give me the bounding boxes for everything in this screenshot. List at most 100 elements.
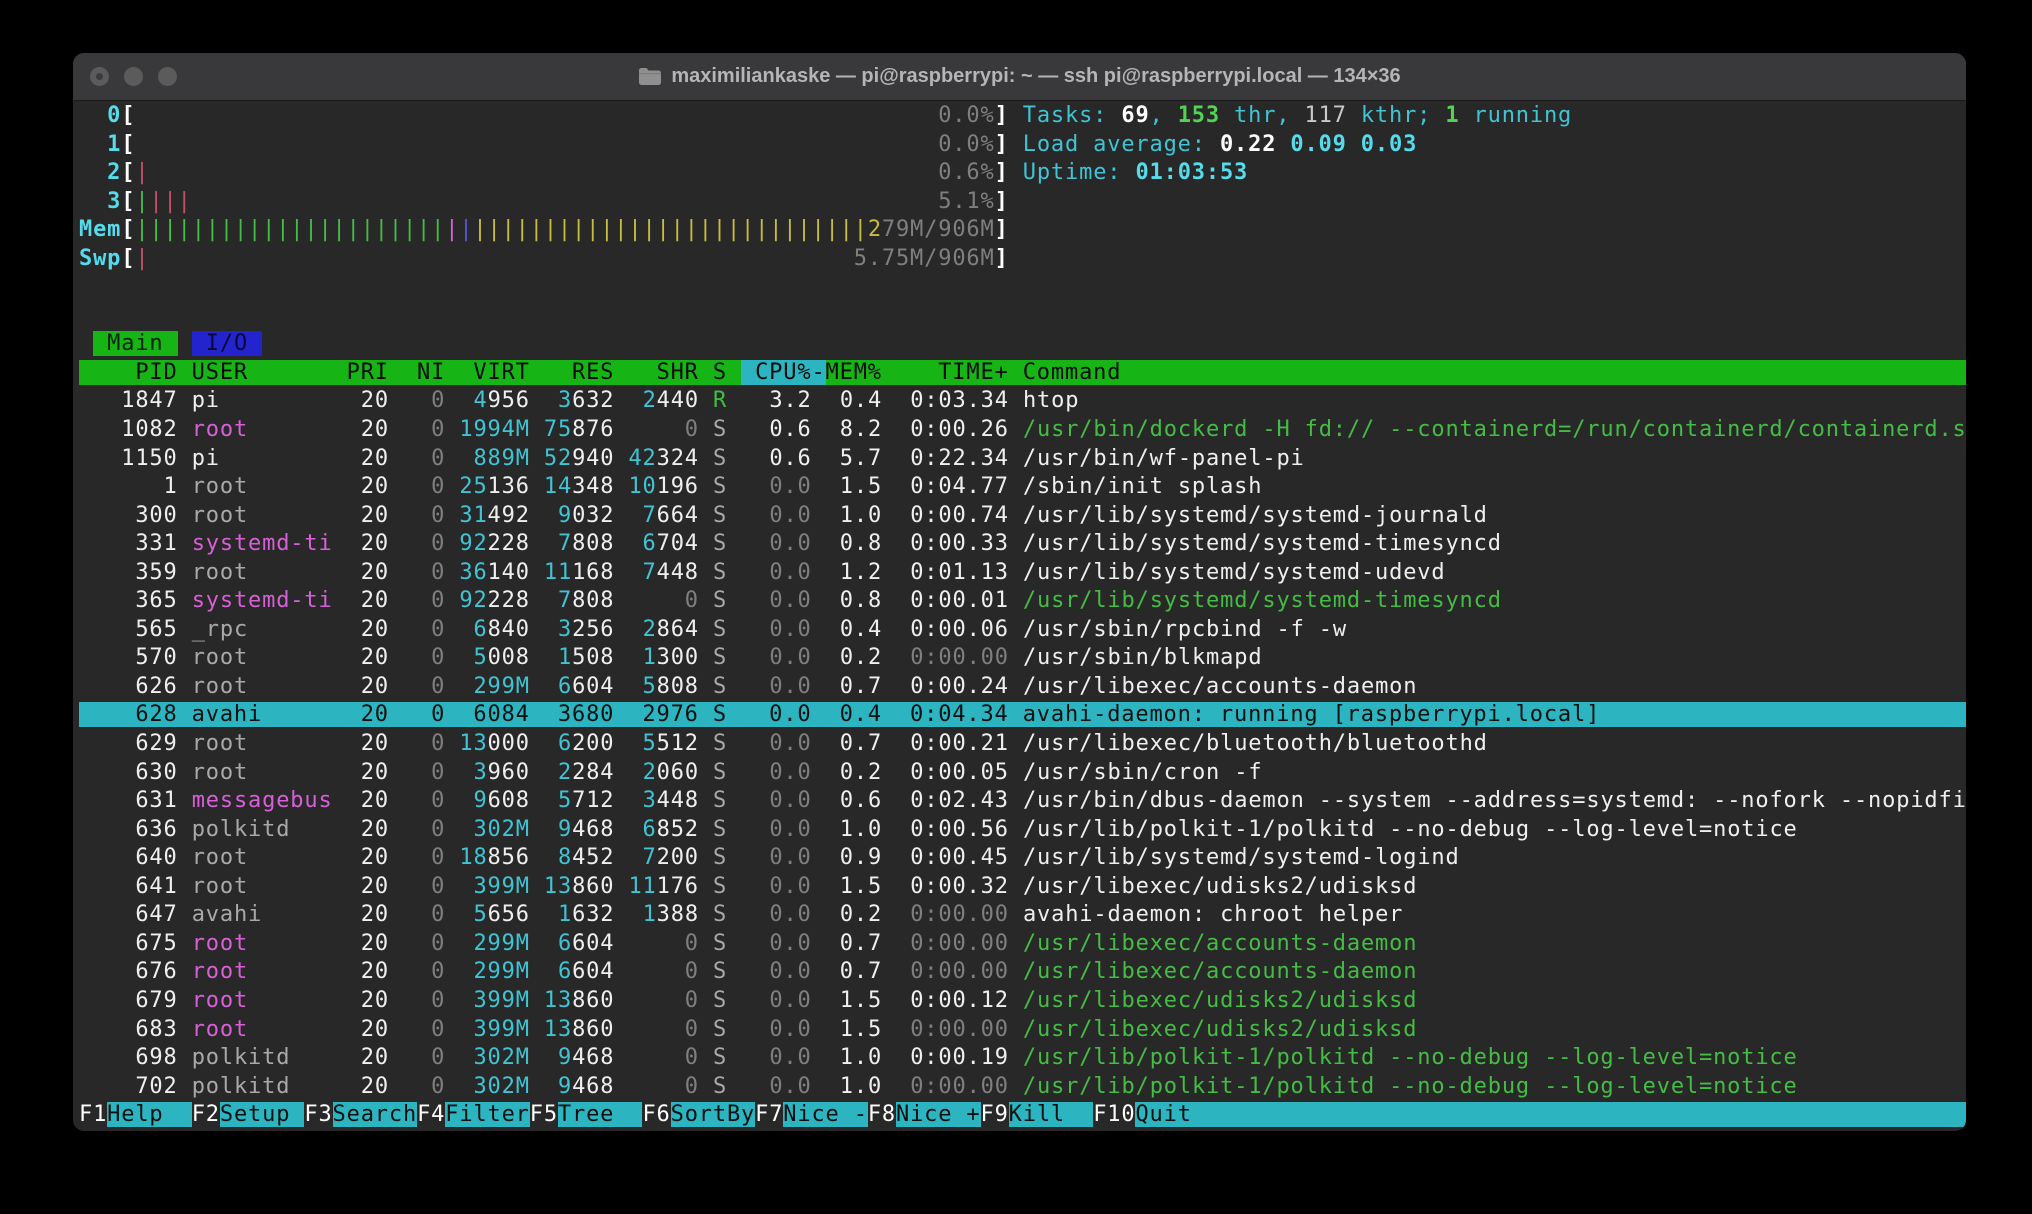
process-row-365[interactable]: 365 systemd-ti 20 0 92228 7808 0 S 0.0 0… — [79, 587, 1966, 616]
cell-mem: 0.2 — [826, 645, 882, 670]
process-row-565[interactable]: 565 _rpc 20 0 6840 3256 2864 S 0.0 0.4 0… — [79, 616, 1966, 645]
process-row-626[interactable]: 626 root 20 0 299M 6604 5808 S 0.0 0.7 0… — [79, 673, 1966, 702]
cell-command: /usr/sbin/cron -f — [1023, 760, 1262, 785]
cell-command: /usr/lib/polkit-1/polkitd --no-debug --l… — [1023, 1074, 1798, 1099]
cell-virt: 1994M — [459, 417, 529, 442]
screen-tabs: Main I/O — [79, 330, 1966, 359]
fnkey-F4[interactable]: F4 — [417, 1102, 445, 1127]
fnlabel-F2[interactable]: Setup — [220, 1102, 305, 1127]
column-sort-cpu[interactable]: CPU%- — [741, 360, 826, 385]
cell-res: 7 — [558, 588, 572, 613]
process-row-1150[interactable]: 1150 pi 20 0 889M 52940 42324 S 0.6 5.7 … — [79, 445, 1966, 474]
cpu0-meter-info: 1 — [1445, 103, 1459, 128]
cell-shr: 448 — [657, 788, 699, 813]
process-row-683[interactable]: 683 root 20 0 399M 13860 0 S 0.0 1.5 0:0… — [79, 1016, 1966, 1045]
header-columns[interactable]: PID USER PRI NI VIRT RES SHR S — [79, 360, 741, 385]
process-row-641[interactable]: 641 root 20 0 399M 13860 11176 S 0.0 1.5… — [79, 873, 1966, 902]
cell-time: 0:00.06 — [896, 617, 1009, 642]
cell-cpu: 0.0 — [741, 788, 811, 813]
cell-mem: 0.7 — [826, 674, 882, 699]
fnlabel-F4[interactable]: Filter — [445, 1102, 530, 1127]
fnlabel-F6[interactable]: SortBy — [671, 1102, 756, 1127]
process-row-698[interactable]: 698 polkitd 20 0 302M 9468 0 S 0.0 1.0 0… — [79, 1044, 1966, 1073]
fnkey-F9[interactable]: F9 — [981, 1102, 1009, 1127]
cpu1-meter-label: 1 — [79, 132, 121, 157]
cell-mem: 1.0 — [826, 503, 882, 528]
tab-main[interactable]: Main — [93, 331, 178, 356]
process-row-300[interactable]: 300 root 20 0 31492 9032 7664 S 0.0 1.0 … — [79, 502, 1966, 531]
zoom-button[interactable] — [158, 67, 177, 86]
cell-virt: 228 — [488, 531, 530, 556]
swap-meter: Swp[| 5.75M/906M] — [79, 245, 1966, 274]
cell-time: 0:00.01 — [896, 588, 1009, 613]
process-row-629[interactable]: 629 root 20 0 13000 6200 5512 S 0.0 0.7 … — [79, 730, 1966, 759]
cell-state: S — [713, 902, 727, 927]
cell-shr: 2 — [643, 760, 657, 785]
fnlabel-F5[interactable]: Tree — [558, 1102, 643, 1127]
cell-virt: 36 — [459, 560, 487, 585]
table-header[interactable]: PID USER PRI NI VIRT RES SHR S CPU%-MEM%… — [79, 359, 1966, 388]
process-row-570[interactable]: 570 root 20 0 5008 1508 1300 S 0.0 0.2 0… — [79, 644, 1966, 673]
cell-shr: 6 — [643, 531, 657, 556]
cell-command: /usr/libexec/accounts-daemon — [1023, 959, 1417, 984]
fnlabel-F3[interactable]: Search — [333, 1102, 418, 1127]
process-row-1847[interactable]: 1847 pi 20 0 4956 3632 2440 R 3.2 0.4 0:… — [79, 387, 1966, 416]
cell-shr: 808 — [657, 674, 699, 699]
cell-state: S — [713, 474, 727, 499]
cell-mem: 0.8 — [826, 531, 882, 556]
close-button[interactable] — [90, 67, 109, 86]
cell-state: S — [713, 645, 727, 670]
swap-meter-label: Swp — [79, 246, 121, 271]
cell-pri: 20 — [347, 1074, 389, 1099]
process-row-640[interactable]: 640 root 20 0 18856 8452 7200 S 0.0 0.9 … — [79, 844, 1966, 873]
fnkey-F10[interactable]: F10 — [1093, 1102, 1135, 1127]
fnkey-F6[interactable]: F6 — [642, 1102, 670, 1127]
cell-user: polkitd — [192, 1074, 333, 1099]
cell-pid: 570 — [79, 645, 178, 670]
cell-pid: 636 — [79, 817, 178, 842]
minimize-button[interactable] — [124, 67, 143, 86]
fnkey-F2[interactable]: F2 — [192, 1102, 220, 1127]
cell-ni: 0 — [403, 1017, 445, 1042]
fnkey-F5[interactable]: F5 — [530, 1102, 558, 1127]
process-row-631[interactable]: 631 messagebus 20 0 9608 5712 3448 S 0.0… — [79, 787, 1966, 816]
process-row-675[interactable]: 675 root 20 0 299M 6604 0 S 0.0 0.7 0:00… — [79, 930, 1966, 959]
cell-cpu: 0.0 — [741, 1045, 811, 1070]
cell-pid: 565 — [79, 617, 178, 642]
process-row-630[interactable]: 630 root 20 0 3960 2284 2060 S 0.0 0.2 0… — [79, 759, 1966, 788]
cell-ni: 0 — [403, 1074, 445, 1099]
cell-shr: 300 — [657, 645, 699, 670]
cell-state: S — [713, 1045, 727, 1070]
fnlabel-F7[interactable]: Nice - — [783, 1102, 868, 1127]
cell-cpu: 0.0 — [741, 874, 811, 899]
process-row-331[interactable]: 331 systemd-ti 20 0 92228 7808 6704 S 0.… — [79, 530, 1966, 559]
process-row-1082[interactable]: 1082 root 20 0 1994M 75876 0 S 0.6 8.2 0… — [79, 416, 1966, 445]
fnlabel-F9[interactable]: Kill — [1009, 1102, 1094, 1127]
fnlabel-F8[interactable]: Nice + — [896, 1102, 981, 1127]
process-row-679[interactable]: 679 root 20 0 399M 13860 0 S 0.0 1.5 0:0… — [79, 987, 1966, 1016]
fnkey-F8[interactable]: F8 — [868, 1102, 896, 1127]
fnkey-F3[interactable]: F3 — [304, 1102, 332, 1127]
cell-ni: 0 — [403, 1045, 445, 1070]
cpu0-meter-info: 69 — [1121, 103, 1149, 128]
tab-io[interactable]: I/O — [192, 331, 262, 356]
cell-state: S — [713, 760, 727, 785]
cell-shr: 5 — [643, 731, 657, 756]
process-row-647[interactable]: 647 avahi 20 0 5656 1632 1388 S 0.0 0.2 … — [79, 901, 1966, 930]
process-row-636[interactable]: 636 polkitd 20 0 302M 9468 6852 S 0.0 1.… — [79, 816, 1966, 845]
fnkey-F1[interactable]: F1 — [79, 1102, 107, 1127]
fnlabel-F1[interactable]: Help — [107, 1102, 192, 1127]
terminal-screen[interactable]: 0[ 0.0%] Tasks: 69, 153 thr, 117 kthr; 1… — [79, 100, 1966, 1131]
cell-state: S — [713, 988, 727, 1013]
process-row-702[interactable]: 702 polkitd 20 0 302M 9468 0 S 0.0 1.0 0… — [79, 1073, 1966, 1102]
process-row-628[interactable]: 628 avahi 20 0 6084 3680 2976 S 0.0 0.4 … — [79, 701, 1966, 730]
process-row-676[interactable]: 676 root 20 0 299M 6604 0 S 0.0 0.7 0:00… — [79, 958, 1966, 987]
fnkey-F7[interactable]: F7 — [755, 1102, 783, 1127]
process-row-359[interactable]: 359 root 20 0 36140 11168 7448 S 0.0 1.2… — [79, 559, 1966, 588]
fnlabel-F10[interactable]: Quit — [1135, 1102, 1220, 1127]
cell-res: 6 — [558, 674, 572, 699]
cell-virt: 5 — [473, 902, 487, 927]
cell-command: /usr/libexec/accounts-daemon — [1023, 931, 1417, 956]
header-columns[interactable]: MEM% TIME+ Command — [826, 360, 1966, 385]
process-row-1[interactable]: 1 root 20 0 25136 14348 10196 S 0.0 1.5 … — [79, 473, 1966, 502]
